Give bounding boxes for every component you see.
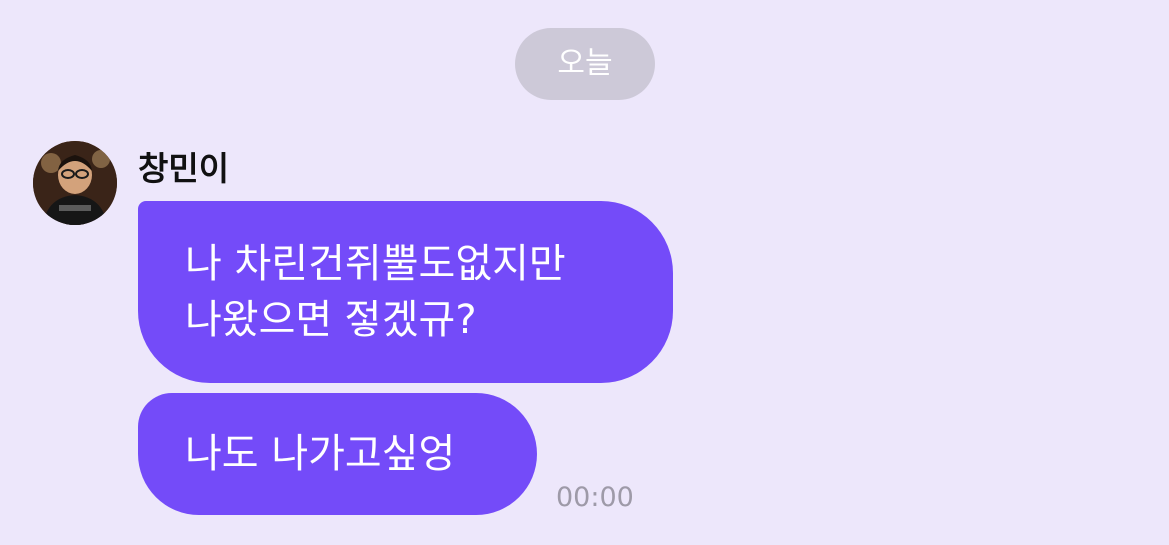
avatar[interactable] [33,141,117,225]
profile-photo-icon [33,141,117,225]
message-bubble[interactable]: 나 차린건쥐뿔도없지만 나왔으면 젛겠규? [138,201,673,383]
message-timestamp: 00:00 [556,482,634,513]
message-bubble[interactable]: 나도 나가고싶엉 [138,393,537,515]
date-divider: 오늘 [515,28,655,100]
message-text: 나 차린건쥐뿔도없지만 [185,241,566,287]
sender-name: 창민이 [138,149,230,188]
message-text: 나도 나가고싶엉 [185,431,456,477]
message-text: 나왔으면 젛겠규? [185,297,477,343]
